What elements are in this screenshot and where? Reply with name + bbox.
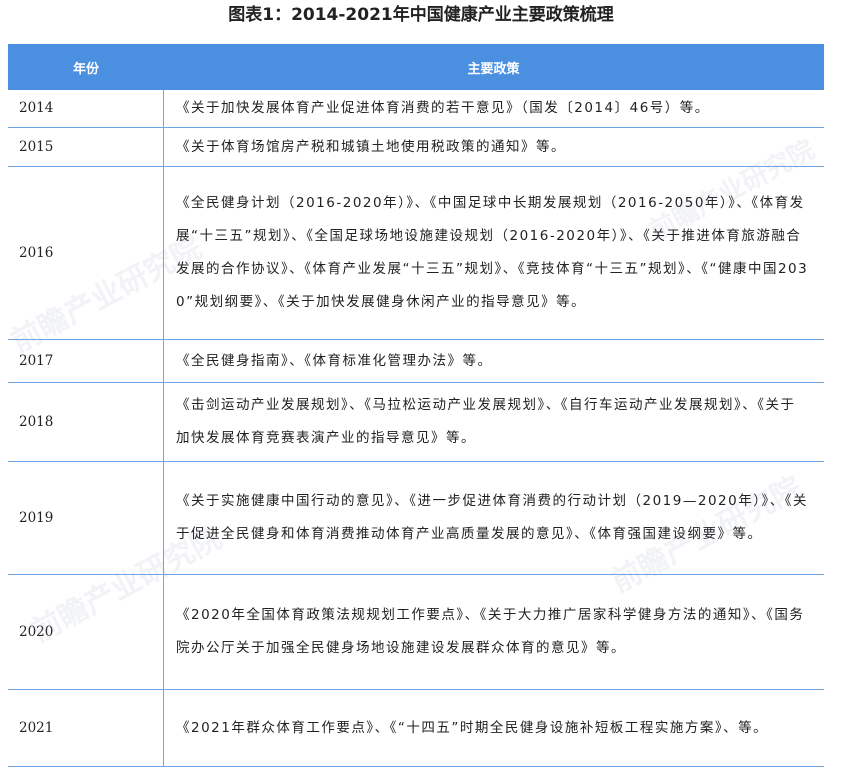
year-cell: 2017 <box>8 339 164 383</box>
year-cell: 2014 <box>8 89 164 128</box>
table-row: 2020 《2020年全国体育政策法规规划工作要点》、《关于大力推广居家科学健身… <box>8 574 824 690</box>
table-row: 2019 《关于实施健康中国行动的意见》、《进一步促进体育消费的行动计划（201… <box>8 461 824 575</box>
policy-cell: 《全民健身指南》、《体育标准化管理办法》等。 <box>163 339 824 383</box>
policy-cell: 《全民健身计划（2016-2020年）》、《中国足球中长期发展规划（2016-2… <box>163 166 824 340</box>
column-header-year: 年份 <box>8 44 164 90</box>
table-row: 2014 《关于加快发展体育产业促进体育消费的若干意见》（国发〔2014〕46号… <box>8 89 824 128</box>
table-row: 2017 《全民健身指南》、《体育标准化管理办法》等。 <box>8 339 824 383</box>
policy-table: 年份 主要政策 2014 《关于加快发展体育产业促进体育消费的若干意见》（国发〔… <box>8 44 824 767</box>
table-row: 2018 《击剑运动产业发展规划》、《马拉松运动产业发展规划》、《自行车运动产业… <box>8 382 824 462</box>
table-row: 2021 《2021年群众体育工作要点》、《“十四五”时期全民健身设施补短板工程… <box>8 689 824 767</box>
column-header-policy: 主要政策 <box>163 44 824 90</box>
year-cell: 2020 <box>8 574 164 690</box>
year-cell: 2019 <box>8 461 164 575</box>
year-cell: 2015 <box>8 127 164 167</box>
table-row: 2015 《关于体育场馆房产税和城镇土地使用税政策的通知》等。 <box>8 127 824 167</box>
policy-cell: 《击剑运动产业发展规划》、《马拉松运动产业发展规划》、《自行车运动产业发展规划》… <box>163 382 824 462</box>
policy-cell: 《2020年全国体育政策法规规划工作要点》、《关于大力推广居家科学健身方法的通知… <box>163 574 824 690</box>
table-header-row: 年份 主要政策 <box>8 44 824 90</box>
table-row: 2016 《全民健身计划（2016-2020年）》、《中国足球中长期发展规划（2… <box>8 166 824 340</box>
policy-cell: 《关于体育场馆房产税和城镇土地使用税政策的通知》等。 <box>163 127 824 167</box>
year-cell: 2018 <box>8 382 164 462</box>
policy-cell: 《2021年群众体育工作要点》、《“十四五”时期全民健身设施补短板工程实施方案》… <box>163 689 824 767</box>
policy-cell: 《关于实施健康中国行动的意见》、《进一步促进体育消费的行动计划（2019—202… <box>163 461 824 575</box>
year-cell: 2021 <box>8 689 164 767</box>
policy-cell: 《关于加快发展体育产业促进体育消费的若干意见》（国发〔2014〕46号）等。 <box>163 89 824 128</box>
page-title: 图表1：2014-2021年中国健康产业主要政策梳理 <box>228 5 614 25</box>
year-cell: 2016 <box>8 166 164 340</box>
